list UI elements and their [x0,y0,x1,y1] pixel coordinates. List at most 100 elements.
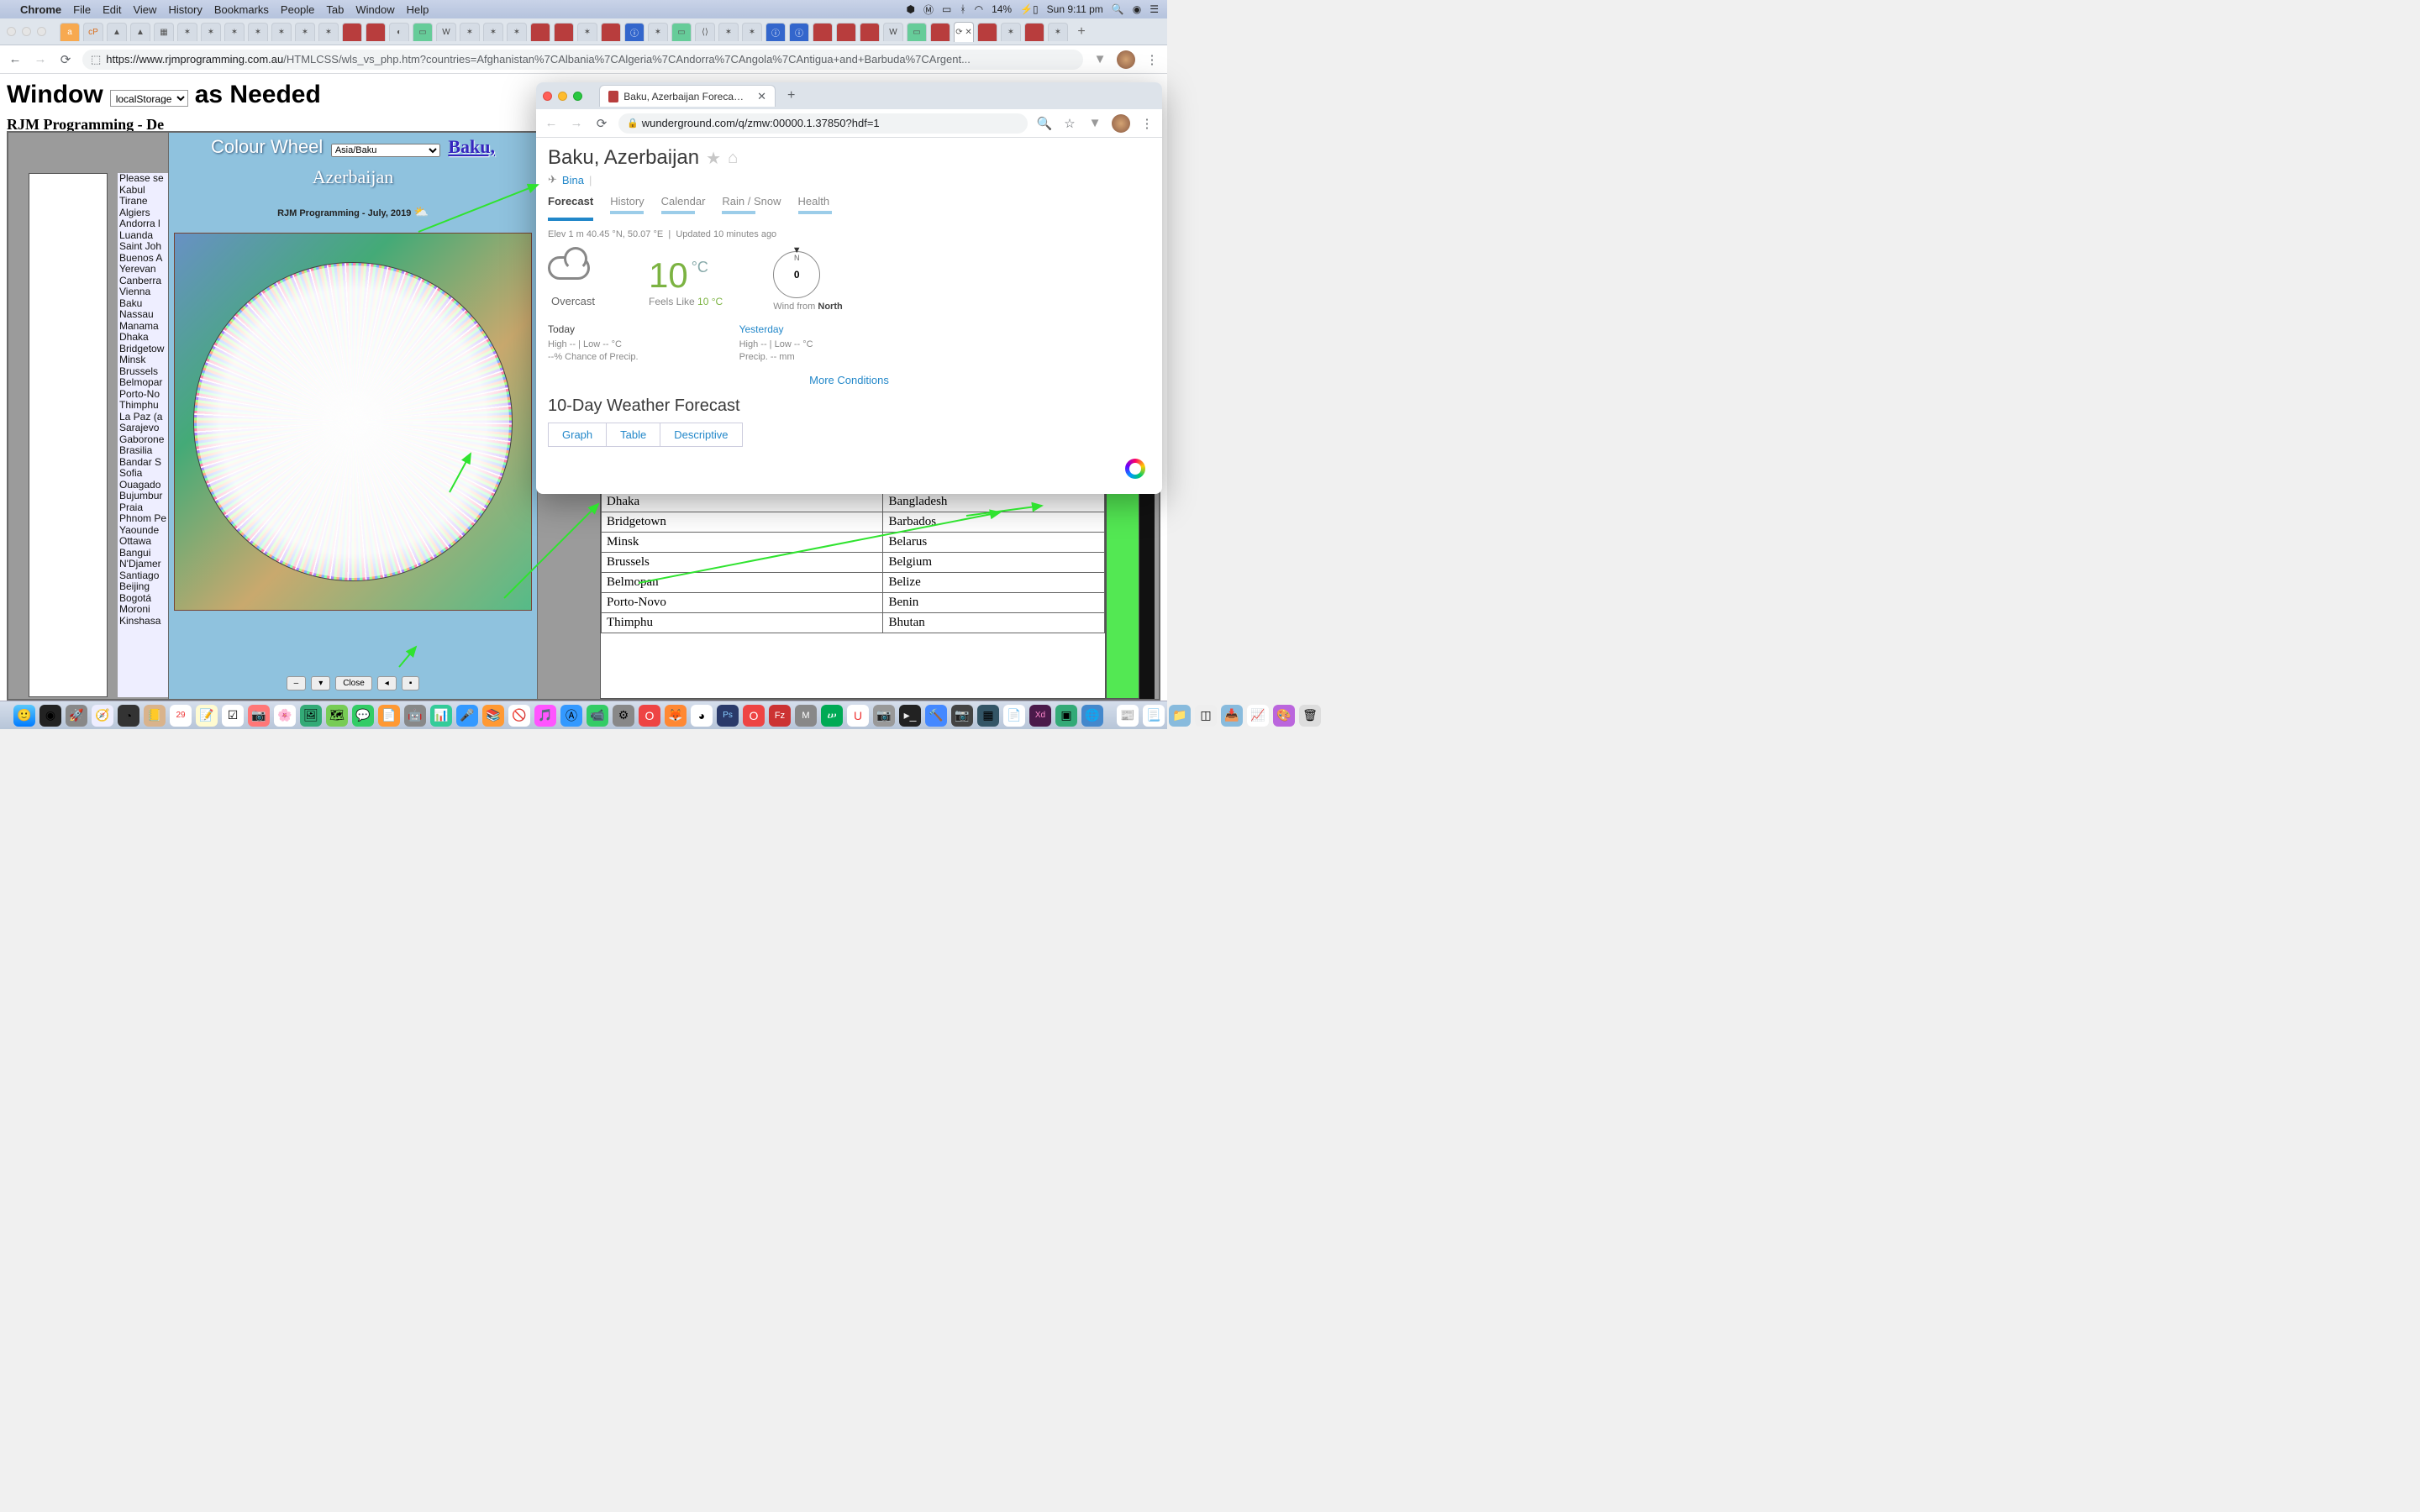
ibooks-icon[interactable]: 📚 [482,705,504,727]
browser-tab[interactable]: ✶ [483,23,503,41]
city-list-item[interactable]: Kabul [118,185,172,197]
profile-avatar[interactable] [1117,50,1135,69]
reminders-icon[interactable]: ☑ [222,705,244,727]
siri-icon[interactable]: ◉ [39,705,61,727]
capital-cell[interactable]: Belmopan [602,573,883,593]
city-list-item[interactable]: Sarajevo [118,423,172,434]
wheel-btn-dash[interactable]: – [287,676,307,690]
doc-icon[interactable]: 📰 [1117,705,1139,727]
html-icon[interactable]: 📃 [1143,705,1165,727]
chrome-icon[interactable]: ◕ [691,705,713,727]
tab-calendar[interactable]: Calendar [661,195,706,221]
browser-tab[interactable]: ◐ [389,23,409,41]
more-conditions-link[interactable]: More Conditions [548,374,1150,386]
capital-cell[interactable]: Minsk [602,533,883,553]
popup-zoom-icon[interactable]: 🔍 [1036,115,1053,132]
tab-history[interactable]: History [610,195,644,221]
menu-history[interactable]: History [168,3,202,16]
city-list-item[interactable]: Gaborone [118,434,172,446]
itunes-icon[interactable]: 🎵 [534,705,556,727]
browser-tab[interactable] [530,23,550,41]
city-list-item[interactable]: Vienna [118,286,172,298]
popup-address-bar[interactable]: 🔒 wunderground.com/q/zmw:00000.1.37850?h… [618,113,1028,134]
colour-wheel[interactable] [193,262,513,581]
country-cell[interactable]: Belgium [883,553,1105,573]
wifi-icon[interactable]: ◠ [975,3,983,15]
close-tab-icon[interactable]: ✕ [757,90,766,103]
weather-station[interactable]: ✈ Bina | [548,173,1150,186]
city-list-item[interactable]: Please se [118,173,172,185]
iphoto-icon[interactable]: 📷 [951,705,973,727]
popup-reload[interactable]: ⟳ [593,115,610,132]
xcode-icon[interactable]: 🔨 [925,705,947,727]
window-controls[interactable] [7,27,46,36]
browser-tab[interactable]: cP [83,23,103,41]
browser-tab[interactable]: ✶ [742,23,762,41]
browser-tab[interactable]: a [60,23,80,41]
city-list-item[interactable]: Ouagado [118,480,172,491]
view-table[interactable]: Table [607,423,660,446]
automator-icon[interactable]: 🤖 [404,705,426,727]
globe-icon[interactable]: 🌐 [1081,705,1103,727]
maps-icon[interactable]: 🗺 [326,705,348,727]
sysprefs-icon[interactable]: ⚙ [613,705,634,727]
city-list-item[interactable]: Brasilia [118,445,172,457]
city-list-item[interactable]: La Paz (a [118,412,172,423]
city-list-item[interactable]: Belmopar [118,377,172,389]
numbers-icon[interactable]: 📊 [430,705,452,727]
browser-tab[interactable] [930,23,950,41]
wheel-city-link[interactable]: Baku, [448,136,495,157]
ch-icon[interactable]: ▣ [1055,705,1077,727]
browser-tab[interactable]: ✶ [177,23,197,41]
country-cell[interactable]: Belarus [883,533,1105,553]
city-list-item[interactable]: Bogotá [118,593,172,605]
browser-tab[interactable]: ▲ [107,23,127,41]
reload-button[interactable]: ⟳ [57,51,74,68]
extension-icon[interactable]: ▼ [1092,51,1108,68]
city-list-item[interactable]: Algiers [118,207,172,219]
country-cell[interactable]: Bhutan [883,613,1105,633]
new-tab-button[interactable]: + [1071,23,1092,41]
wu-icon[interactable]: ሠ [821,705,843,727]
city-list-item[interactable]: Yerevan [118,264,172,276]
tab-rain[interactable]: Rain / Snow [722,195,781,221]
view-graph[interactable]: Graph [549,423,607,446]
home-icon[interactable]: ⌂ [728,149,738,168]
chrome-menu[interactable]: ⋮ [1144,51,1160,68]
city-list-item[interactable]: Bujumbur [118,491,172,502]
facetime-icon[interactable]: 📹 [587,705,608,727]
browser-tab[interactable]: ✶ [224,23,245,41]
calendar-icon[interactable]: 29 [170,705,192,727]
browser-tab[interactable]: ✶ [577,23,597,41]
city-list-item[interactable]: Beijing [118,581,172,593]
browser-tab[interactable]: W [436,23,456,41]
browser-tab[interactable]: ✶ [318,23,339,41]
city-list-item[interactable]: Buenos A [118,253,172,265]
menu-tab[interactable]: Tab [326,3,344,16]
storage-select[interactable]: localStorage [110,90,188,107]
menubar-extra-icon[interactable]: Ⓜ [923,3,934,17]
browser-tab[interactable]: ✶ [507,23,527,41]
textedit-icon[interactable]: 📄 [1003,705,1025,727]
tab-health[interactable]: Health [798,195,832,221]
back-button[interactable]: ← [7,51,24,68]
folder-icon[interactable]: 📁 [1169,705,1191,727]
menu-help[interactable]: Help [407,3,429,16]
dashboard-icon[interactable]: ◔ [118,705,139,727]
mission-control-icon[interactable]: ▦ [977,705,999,727]
browser-tab[interactable]: ⟨⟩ [695,23,715,41]
city-list-item[interactable]: Saint Joh [118,241,172,253]
browser-tab[interactable] [601,23,621,41]
capital-cell[interactable]: Dhaka [602,492,883,512]
browser-tab[interactable]: ✶ [201,23,221,41]
browser-tab[interactable]: ▭ [907,23,927,41]
browser-tab[interactable]: ⓘ [624,23,644,41]
browser-tab[interactable] [1024,23,1044,41]
firefox-icon[interactable]: 🦊 [665,705,687,727]
opera-dev-icon[interactable]: O [743,705,765,727]
keynote-icon[interactable]: 🎤 [456,705,478,727]
photoshop-icon[interactable]: Ps [717,705,739,727]
photos-icon[interactable]: 🌸 [274,705,296,727]
menu-file[interactable]: File [73,3,91,16]
wheel-btn-sq[interactable]: ▪ [402,676,420,690]
